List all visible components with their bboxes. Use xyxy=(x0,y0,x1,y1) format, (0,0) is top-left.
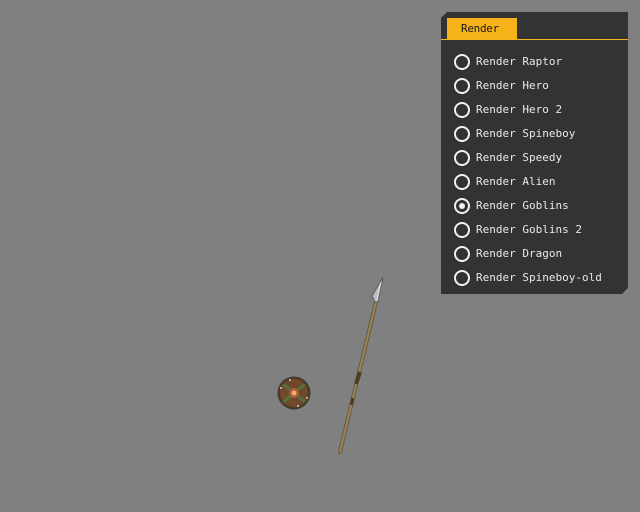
radio-dot-icon xyxy=(459,203,465,209)
radio-button-icon[interactable] xyxy=(454,246,470,262)
radio-option-label: Render Speedy xyxy=(476,151,563,164)
shield-icon xyxy=(277,376,311,410)
radio-option-2[interactable]: Render Hero xyxy=(441,74,628,98)
radio-option-9[interactable]: Render Dragon xyxy=(441,242,628,266)
radio-option-label: Render Spineboy xyxy=(476,127,576,140)
radio-option-label: Render Goblins xyxy=(476,199,569,212)
radio-button-icon[interactable] xyxy=(454,54,470,70)
tab-render[interactable]: Render xyxy=(447,18,517,39)
radio-option-label: Render Dragon xyxy=(476,247,563,260)
radio-option-6[interactable]: Render Alien xyxy=(441,170,628,194)
radio-button-icon[interactable] xyxy=(454,126,470,142)
radio-option-5[interactable]: Render Speedy xyxy=(441,146,628,170)
radio-option-label: Render Raptor xyxy=(476,55,563,68)
radio-option-label: Render Hero xyxy=(476,79,549,92)
radio-button-icon[interactable] xyxy=(454,198,470,214)
radio-button-icon[interactable] xyxy=(454,270,470,286)
radio-option-7[interactable]: Render Goblins xyxy=(441,194,628,218)
radio-option-3[interactable]: Render Hero 2 xyxy=(441,98,628,122)
radio-option-1[interactable]: Render Raptor xyxy=(441,50,628,74)
radio-option-label: Render Spineboy-old xyxy=(476,271,602,284)
radio-option-label: Render Hero 2 xyxy=(476,103,563,116)
radio-button-icon[interactable] xyxy=(454,78,470,94)
radio-button-icon[interactable] xyxy=(454,102,470,118)
radio-option-label: Render Goblins 2 xyxy=(476,223,582,236)
radio-button-icon[interactable] xyxy=(454,222,470,238)
render-viewport: Render Render Raptor Render Hero Render … xyxy=(0,0,640,512)
radio-option-8[interactable]: Render Goblins 2 xyxy=(441,218,628,242)
radio-button-icon[interactable] xyxy=(454,150,470,166)
spear-icon xyxy=(338,276,384,454)
render-options-list: Render Raptor Render Hero Render Hero 2 … xyxy=(441,50,628,290)
header-divider xyxy=(441,39,628,40)
radio-option-label: Render Alien xyxy=(476,175,556,188)
radio-option-10[interactable]: Render Spineboy-old xyxy=(441,266,628,290)
radio-button-icon[interactable] xyxy=(454,174,470,190)
radio-option-4[interactable]: Render Spineboy xyxy=(441,122,628,146)
render-panel: Render Render Raptor Render Hero Render … xyxy=(441,12,628,294)
panel-header: Render xyxy=(441,12,628,40)
